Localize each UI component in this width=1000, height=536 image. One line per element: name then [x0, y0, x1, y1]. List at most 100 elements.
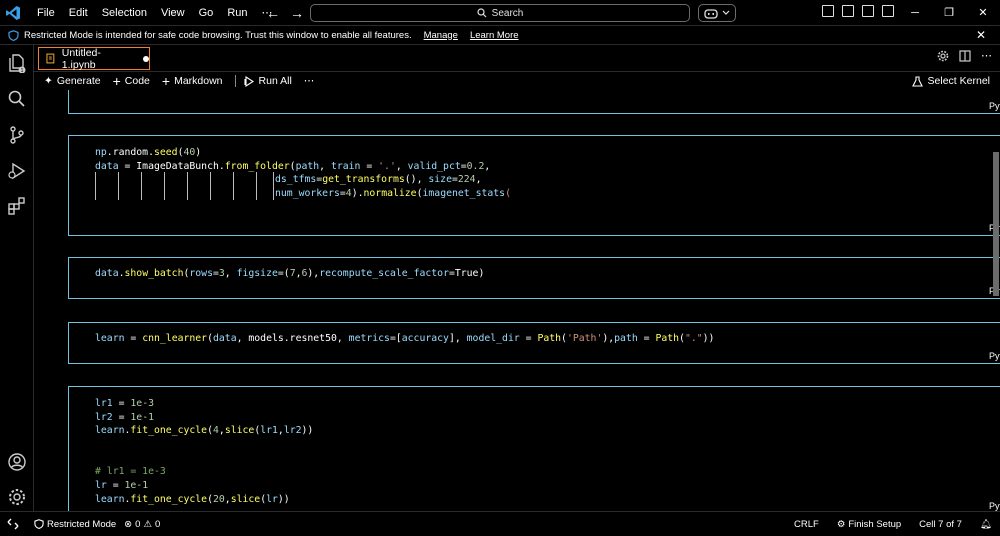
scrollbar-thumb[interactable] — [993, 152, 999, 296]
indent-guide — [95, 172, 96, 200]
run-debug-icon[interactable] — [7, 161, 27, 181]
menu-go[interactable]: Go — [192, 0, 221, 26]
add-markdown-cell-button[interactable]: + Markdown — [162, 73, 223, 89]
finish-setup-status[interactable]: ⚙ Finish Setup — [837, 519, 901, 530]
indent-guide — [210, 172, 211, 200]
code-line[interactable]: np.random.seed(40) — [95, 146, 201, 160]
notebook-settings-icon[interactable] — [937, 50, 949, 62]
add-code-cell-button[interactable]: + Code — [113, 73, 150, 89]
code-cell[interactable]: lr1 = 1e-3 lr2 = 1e-1 learn.fit_one_cycl… — [68, 386, 1000, 511]
shield-icon — [8, 29, 19, 41]
code-line[interactable]: data.show_batch(rows=3, figsize=(7,6),re… — [95, 267, 484, 281]
markdown-label: Markdown — [174, 75, 223, 87]
indent-guide — [164, 172, 165, 200]
shield-icon — [34, 519, 44, 529]
kernel-icon — [911, 75, 923, 87]
restore-icon[interactable]: ❐ — [932, 0, 966, 26]
toolbar-divider — [234, 75, 236, 87]
select-kernel-label: Select Kernel — [927, 75, 990, 87]
vertical-scrollbar[interactable] — [992, 90, 1000, 511]
toggle-panel-icon[interactable] — [862, 5, 874, 17]
code-line[interactable]: learn.fit_one_cycle(4,slice(lr1,lr2)) — [95, 424, 313, 438]
split-editor-icon[interactable] — [959, 50, 971, 62]
search-icon — [477, 8, 487, 18]
search-placeholder: Search — [491, 7, 524, 19]
code-cell[interactable]: data.show_batch(rows=3, figsize=(7,6),re… — [68, 257, 1000, 299]
source-control-icon[interactable] — [7, 125, 27, 145]
error-icon: ⊗ — [124, 518, 133, 530]
explorer-icon[interactable]: 1 — [7, 53, 27, 73]
run-all-label: Run All — [258, 75, 292, 87]
code-line[interactable]: # lr1 = 1e-3 — [95, 465, 166, 479]
menu-view[interactable]: View — [154, 0, 192, 26]
settings-gear-icon[interactable] — [7, 487, 27, 507]
code-line[interactable]: learn = cnn_learner(data, models.resnet5… — [95, 332, 714, 346]
menu-edit[interactable]: Edit — [62, 0, 95, 26]
notifications-bell-icon[interactable]: 🔔︎ — [980, 519, 992, 530]
chevron-down-icon — [722, 10, 730, 15]
code-line[interactable]: data = ImageDataBunch.from_folder(path, … — [95, 160, 490, 174]
setup-icon: ⚙ — [836, 519, 846, 530]
generate-button[interactable]: ✦ Generate — [44, 75, 101, 87]
toggle-secondary-sidebar-icon[interactable] — [882, 5, 894, 17]
menu-file[interactable]: File — [30, 0, 62, 26]
code-line[interactable]: lr1 = 1e-3 — [95, 397, 154, 411]
warning-icon: ⚠ — [143, 518, 152, 530]
status-bar: Restricted Mode ⊗ 0 ⚠ 0 CRLF ⚙ Finish Se… — [0, 511, 1000, 536]
code-cell[interactable]: np.random.seed(40) data = ImageDataBunch… — [68, 135, 1000, 236]
code-line[interactable]: ds_tfms=get_transforms(), size=224, — [275, 173, 481, 187]
toolbar-more-icon[interactable]: ⋯ — [304, 75, 315, 87]
vscode-logo-icon — [0, 0, 26, 26]
select-kernel-button[interactable]: Select Kernel — [911, 72, 990, 90]
menu-bar: File Edit Selection View Go Run ⋯ — [30, 0, 280, 26]
account-icon[interactable] — [7, 452, 27, 472]
notebook-editor: Python np.random.seed(40) data = ImageDa… — [34, 90, 1000, 511]
learn-more-link[interactable]: Learn More — [470, 30, 519, 41]
toggle-primary-sidebar-icon[interactable] — [842, 5, 854, 17]
close-icon[interactable]: ✕ — [976, 26, 986, 45]
menu-selection[interactable]: Selection — [95, 0, 154, 26]
minimize-icon[interactable]: ─ — [898, 0, 932, 26]
sparkle-icon: ✦ — [44, 75, 53, 87]
tab-label: Untitled-1.ipynb — [61, 46, 101, 71]
forward-arrow-icon[interactable]: → — [290, 5, 304, 21]
back-arrow-icon[interactable]: ← — [266, 5, 280, 21]
warning-count: 0 — [154, 518, 161, 530]
code-line[interactable]: learn.fit_one_cycle(20,slice(lr)) — [95, 493, 290, 507]
close-window-icon[interactable]: ✕ — [966, 0, 1000, 26]
code-line[interactable]: lr2 = 1e-1 — [95, 411, 154, 425]
more-actions-icon[interactable]: ⋯ — [981, 50, 992, 62]
restricted-mode-banner: Restricted Mode is intended for safe cod… — [0, 26, 1000, 45]
restricted-mode-label: Restricted Mode — [47, 518, 117, 530]
menu-run[interactable]: Run — [220, 0, 254, 26]
notebook-file-icon — [46, 53, 55, 64]
line-ending-status[interactable]: CRLF — [794, 519, 819, 530]
copilot-button[interactable] — [698, 4, 736, 22]
extensions-icon[interactable] — [7, 196, 27, 216]
banner-message: Restricted Mode is intended for safe cod… — [24, 29, 412, 41]
indent-guide — [273, 172, 274, 200]
indent-guide — [187, 172, 188, 200]
problems-status[interactable]: ⊗ 0 ⚠ 0 — [124, 519, 160, 530]
code-line[interactable]: lr = 1e-1 — [95, 479, 148, 493]
title-bar: File Edit Selection View Go Run ⋯ ← → Se… — [0, 0, 1000, 26]
tab-untitled-notebook[interactable]: Untitled-1.ipynb — [38, 46, 150, 71]
plus-icon: + — [112, 73, 121, 89]
indent-guide — [256, 172, 257, 200]
manage-link[interactable]: Manage — [424, 30, 458, 41]
unsaved-dot-icon[interactable] — [143, 55, 150, 62]
run-all-button[interactable]: Run All — [243, 75, 292, 87]
cell-position-status[interactable]: Cell 7 of 7 — [919, 519, 962, 530]
indent-guide — [141, 172, 142, 200]
code-line[interactable]: num_workers=4).normalize(imagenet_stats( — [275, 187, 511, 201]
remote-indicator-icon[interactable] — [0, 512, 26, 536]
code-label: Code — [124, 75, 150, 87]
search-box[interactable]: Search — [310, 4, 690, 22]
search-sidebar-icon[interactable] — [7, 89, 27, 109]
plus-icon: + — [161, 73, 171, 89]
restricted-mode-status[interactable]: Restricted Mode — [34, 519, 116, 530]
customize-layout-icon[interactable] — [822, 5, 834, 17]
code-cell[interactable]: Python — [68, 90, 1000, 114]
editor-tab-bar: Untitled-1.ipynb ⋯ — [34, 45, 1000, 72]
code-cell[interactable]: learn = cnn_learner(data, models.resnet5… — [68, 322, 1000, 364]
